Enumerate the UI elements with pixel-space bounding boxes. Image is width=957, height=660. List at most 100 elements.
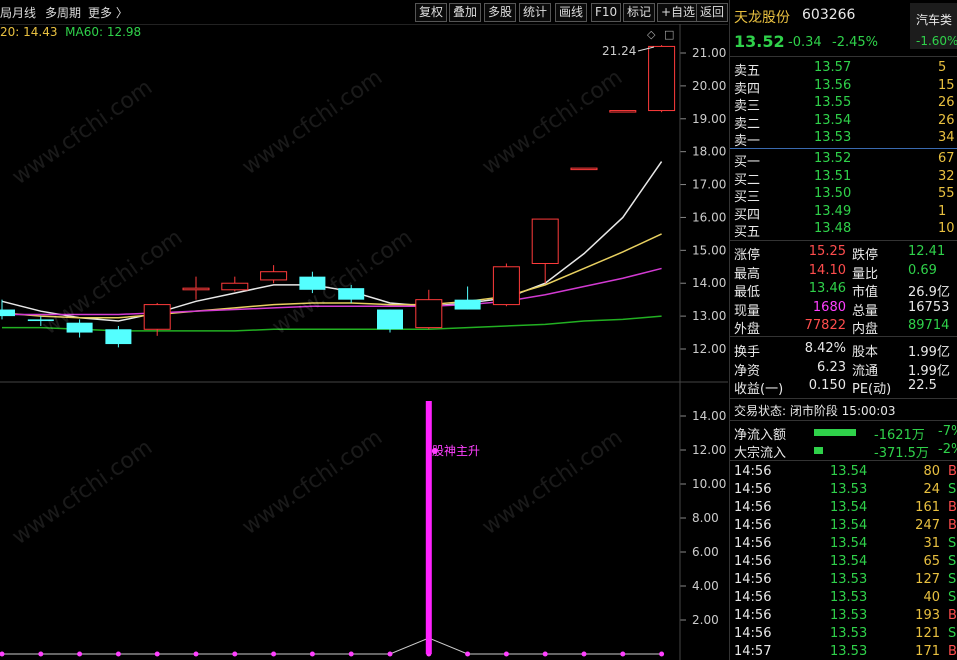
stat-value: 1680: [812, 299, 846, 315]
ask-volume: 26: [938, 95, 955, 110]
statistics-button[interactable]: 统计: [519, 3, 552, 22]
indicator-dot: [348, 651, 354, 657]
tick-time: 14:56: [734, 464, 772, 479]
candlesticks: [0, 45, 676, 348]
stat-value: 0.69: [908, 262, 937, 278]
tick-time: 14:56: [734, 518, 772, 533]
restore-rights-button[interactable]: 复权: [415, 3, 448, 22]
tick-side: S: [948, 482, 957, 497]
bid-price[interactable]: 13.50: [814, 186, 851, 201]
multi-stock-button[interactable]: 多股: [484, 3, 517, 22]
price-change-pct: -2.45%: [832, 35, 878, 50]
bid-price[interactable]: 13.49: [814, 204, 851, 219]
stat-value: 22.5: [908, 378, 937, 393]
ask-price[interactable]: 13.55: [814, 95, 851, 110]
tick-side: B: [948, 464, 957, 479]
ask-volume: 15: [938, 77, 955, 93]
overlay-button[interactable]: 叠加: [449, 3, 482, 22]
candle-body: [66, 322, 93, 333]
indicator-dot: [0, 651, 5, 657]
f10-button[interactable]: F10: [591, 3, 622, 22]
candle-body: [27, 319, 54, 322]
high-price-label: 21.24: [602, 44, 636, 58]
tick-volume: 40: [923, 590, 940, 605]
ask-price[interactable]: 13.56: [814, 78, 851, 93]
signal-label: 股神主升: [432, 444, 480, 458]
toolbar-item-monthly[interactable]: 月线: [12, 4, 36, 21]
bid-label: 买四: [734, 207, 761, 223]
price-tick-label: 12.00: [692, 342, 726, 356]
tick-volume: 80: [923, 464, 940, 479]
bid-price[interactable]: 13.48: [814, 221, 851, 236]
tick-time: 14:56: [734, 590, 772, 605]
indicator-dot: [309, 651, 315, 657]
tick-side: B: [948, 500, 957, 515]
toolbar-item-more[interactable]: 更多 〉: [88, 4, 128, 21]
candle-body: [338, 288, 365, 300]
bid-volume: 32: [938, 168, 955, 184]
indicator-axis: 14.00 12.00 10.00 8.00 6.00 4.00 2.00: [680, 409, 726, 627]
tick-time: 14:57: [734, 644, 772, 659]
kline-chart[interactable]: 21.00 20.00 19.00 18.00 17.00 16.00 15.00 14.00…: [0, 24, 728, 660]
add-favorite-button[interactable]: +自选: [657, 3, 700, 22]
indicator-dot: [620, 651, 626, 657]
ask-price[interactable]: 13.54: [814, 113, 851, 128]
tick-price: 13.53: [830, 644, 868, 659]
tick-side: B: [948, 518, 957, 533]
stat-value: 1.99亿: [908, 345, 950, 360]
flow-value: -371.5万: [874, 446, 929, 461]
ask-price[interactable]: 13.53: [814, 130, 851, 145]
tick-price: 13.53: [830, 626, 868, 641]
tick-price: 13.54: [830, 464, 868, 479]
tick-side: S: [948, 536, 957, 551]
tick-volume: 247: [915, 518, 940, 533]
diamond-icon[interactable]: ◇: [647, 28, 656, 41]
draw-line-button[interactable]: 画线: [555, 3, 588, 22]
ask-volume: 34: [938, 130, 955, 145]
indicator-panel: [0, 401, 665, 657]
indicator-tick-label: 4.00: [692, 579, 719, 593]
indicator-dot: [77, 651, 83, 657]
tick-time: 14:56: [734, 536, 772, 551]
divider: [730, 336, 957, 337]
ask-label: 卖四: [734, 81, 761, 97]
tick-time: 14:56: [734, 608, 772, 623]
tick-volume: 65: [923, 554, 940, 569]
stock-name: 天龙股份: [734, 10, 790, 26]
indicator-dot: [387, 651, 393, 657]
stat-label: 总量: [852, 303, 879, 319]
candle-body: [492, 266, 520, 306]
price-tick-label: 19.00: [692, 112, 726, 126]
tick-price: 13.53: [830, 608, 868, 623]
stat-value: 13.46: [808, 281, 846, 296]
divider: [730, 460, 957, 461]
tick-side: S: [948, 572, 957, 587]
divider: [730, 398, 957, 399]
candle-body: [182, 287, 210, 291]
divider: [730, 240, 957, 241]
bid-price[interactable]: 13.52: [814, 151, 851, 166]
mark-button[interactable]: 标记: [623, 3, 656, 22]
candle-body: [143, 304, 171, 330]
tick-price: 13.54: [830, 500, 868, 515]
bid-label: 买五: [734, 225, 761, 240]
indicator-dot: [38, 651, 44, 657]
candle-body: [0, 309, 15, 317]
sector-name[interactable]: 汽车类: [916, 11, 952, 28]
ask-price[interactable]: 13.57: [814, 60, 851, 75]
toolbar-item-partial[interactable]: 局: [0, 4, 12, 21]
square-icon[interactable]: □: [664, 28, 674, 41]
tick-side: S: [948, 590, 957, 605]
toolbar-item-multi-period[interactable]: 多周期: [45, 4, 81, 21]
stat-value: 6.23: [817, 359, 846, 375]
chart-toolbar: 局 月线 多周期 更多 〉 复权 叠加 多股 统计 画线 F10 标记 +自选 …: [0, 0, 729, 25]
tick-price: 13.54: [830, 536, 868, 551]
candle-body: [415, 299, 443, 329]
stat-label: 收益(一): [734, 382, 784, 397]
back-button[interactable]: 返回: [696, 3, 729, 22]
bid-price[interactable]: 13.51: [814, 169, 851, 184]
ask-volume: 5: [938, 60, 947, 75]
stat-label: 市值: [852, 285, 879, 300]
stat-label: 最高: [734, 266, 761, 282]
price-tick-label: 18.00: [692, 145, 726, 159]
